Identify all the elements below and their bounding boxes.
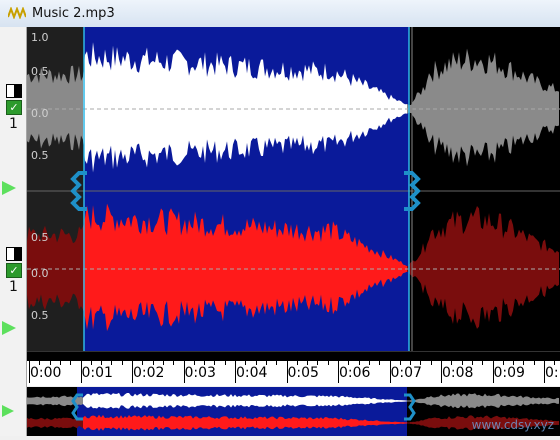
ruler-minor-tick <box>204 361 206 365</box>
ruler-minor-tick <box>276 361 278 365</box>
ruler-minor-tick <box>224 361 226 365</box>
ruler-minor-tick <box>111 361 113 365</box>
ruler-time-label: 0:00 <box>30 365 62 381</box>
ruler-minor-tick <box>513 361 515 365</box>
watermark: www.cdsy.xyz <box>471 418 554 432</box>
ch1-scale-label-lower: 0.5 <box>31 149 49 162</box>
ruler-minor-tick <box>90 361 92 365</box>
overview-play-marker-icon[interactable] <box>2 405 14 417</box>
channel-2-enable-checkbox[interactable]: ✓ <box>6 263 22 278</box>
ch1-scale-label-mid: 0.0 <box>31 107 49 120</box>
channel-2-mode-icon[interactable] <box>6 247 22 261</box>
channel-gutter: ✓ 1 ✓ 1 <box>0 27 27 436</box>
ruler-minor-tick <box>317 361 319 365</box>
ch2-scale-label-mid: 0.0 <box>31 267 49 280</box>
channel-2-number: 1 <box>9 279 18 295</box>
channel-1-play-marker-icon[interactable] <box>2 181 16 195</box>
ruler-time-label: 0:09 <box>493 365 525 381</box>
ruler-minor-tick <box>255 361 257 365</box>
ruler-minor-tick <box>533 361 535 365</box>
ruler-minor-tick <box>399 361 401 365</box>
audio-app-icon <box>8 7 26 19</box>
channel-2-controls: ✓ 1 <box>6 247 22 295</box>
ruler-time-label: 0:04 <box>236 365 268 381</box>
ruler-minor-tick <box>348 361 350 365</box>
ch2-scale-label-upper: 0.5 <box>31 231 49 244</box>
ruler-minor-tick <box>39 361 41 365</box>
ruler-time-label: 0:08 <box>442 365 474 381</box>
ruler-minor-tick <box>523 361 525 365</box>
window-title: Music 2.mp3 <box>32 6 115 21</box>
ruler-minor-tick <box>461 361 463 365</box>
ruler-minor-tick <box>482 361 484 365</box>
ruler-minor-tick <box>471 361 473 365</box>
ruler-minor-tick <box>379 361 381 365</box>
ruler-minor-tick <box>101 361 103 365</box>
ruler-minor-tick <box>49 361 51 365</box>
ruler-minor-tick <box>554 361 556 365</box>
ruler-minor-tick <box>430 361 432 365</box>
overview-panel[interactable]: www.cdsy.xyz <box>2 387 560 436</box>
ruler-minor-tick <box>265 361 267 365</box>
ruler-time-label: 0:03 <box>184 365 216 381</box>
ruler-minor-tick <box>214 361 216 365</box>
ch1-scale-label-upper: 0.5 <box>31 65 49 78</box>
ruler-time-label: 0:05 <box>287 365 319 381</box>
channel-1-controls: ✓ 1 <box>6 84 22 132</box>
ch1-scale-label-top: 1.0 <box>31 31 49 44</box>
waveform-view[interactable]: 1.0 0.5 0.0 0.5 0.5 0.0 0.5 <box>27 27 560 351</box>
ruler-time-label: 0:07 <box>390 365 422 381</box>
ruler-minor-tick <box>121 361 123 365</box>
ruler-minor-tick <box>245 361 247 365</box>
ruler-minor-tick <box>173 361 175 365</box>
ruler-minor-tick <box>142 361 144 365</box>
ruler-minor-tick <box>368 361 370 365</box>
ruler-strip <box>27 352 560 361</box>
ruler-time-label: 0:02 <box>133 365 165 381</box>
ruler-minor-tick <box>502 361 504 365</box>
ruler-minor-tick <box>296 361 298 365</box>
ch2-scale-label-lower: 0.5 <box>31 309 49 322</box>
ruler-minor-tick <box>420 361 422 365</box>
ruler-time-label: 0:10 <box>545 365 560 381</box>
time-ruler[interactable]: 0:00 0:01 0:02 0:03 0:04 0:05 0:06 0:07 0:08 0:09… <box>27 351 560 386</box>
channel-2-play-marker-icon[interactable] <box>2 321 16 335</box>
channel-1-number: 1 <box>9 116 18 132</box>
ruler-minor-tick <box>307 361 309 365</box>
ruler-minor-tick <box>327 361 329 365</box>
ruler-minor-tick <box>152 361 154 365</box>
ruler-minor-tick <box>59 361 61 365</box>
channel-1-mode-icon[interactable] <box>6 84 22 98</box>
ruler-time-label: 0:06 <box>339 365 371 381</box>
ruler-minor-tick <box>70 361 72 365</box>
ruler-minor-tick <box>451 361 453 365</box>
ruler-minor-tick <box>162 361 164 365</box>
ruler-minor-tick <box>358 361 360 365</box>
ruler-minor-tick <box>410 361 412 365</box>
channel-1-enable-checkbox[interactable]: ✓ <box>6 100 22 115</box>
ruler-time-label: 0:01 <box>81 365 113 381</box>
title-bar: Music 2.mp3 <box>0 0 560 28</box>
ruler-minor-tick <box>193 361 195 365</box>
